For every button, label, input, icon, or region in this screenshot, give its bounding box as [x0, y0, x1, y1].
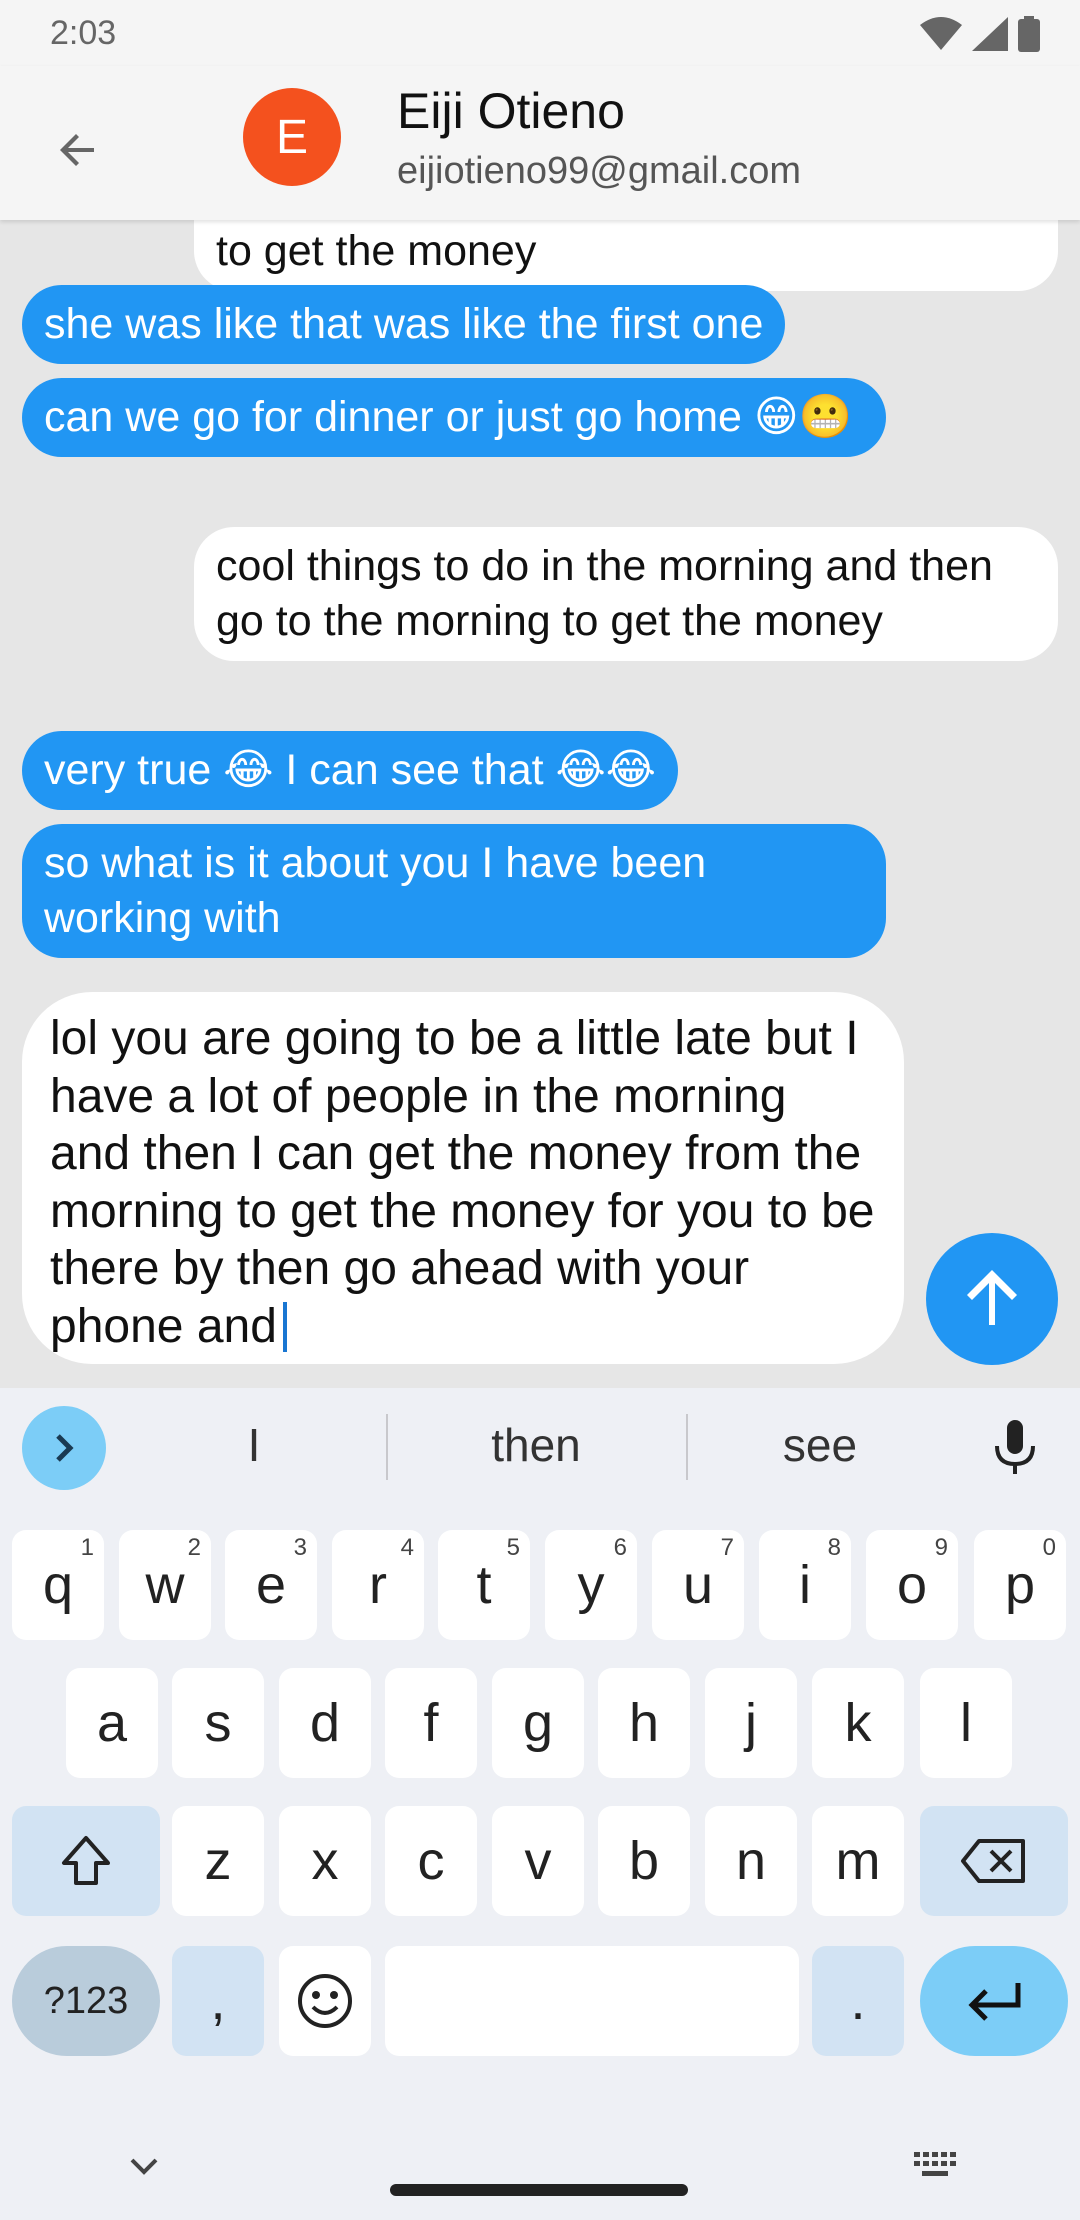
key-l[interactable]: l — [920, 1668, 1012, 1778]
message-input[interactable]: lol you are going to be a little late bu… — [22, 992, 904, 1364]
avatar[interactable]: E — [243, 88, 341, 186]
key-g[interactable]: g — [492, 1668, 584, 1778]
suggestion-1[interactable]: I — [134, 1418, 374, 1472]
key-r[interactable]: r4 — [332, 1530, 424, 1640]
wifi-icon — [920, 17, 962, 50]
enter-key[interactable] — [920, 1946, 1068, 2056]
key-i[interactable]: i8 — [759, 1530, 851, 1640]
message-bubble[interactable]: to get the money — [194, 220, 1058, 291]
keyboard-menu-button[interactable] — [22, 1406, 106, 1490]
voice-input-button[interactable] — [985, 1418, 1045, 1478]
chevron-right-icon — [56, 1434, 74, 1462]
shift-icon — [62, 1836, 110, 1885]
battery-icon — [1018, 16, 1040, 52]
symbols-key[interactable]: ?123 — [12, 1946, 160, 2056]
backspace-key[interactable] — [920, 1806, 1068, 1916]
emoji-icon — [298, 1974, 352, 2028]
send-button[interactable] — [926, 1233, 1058, 1365]
enter-icon — [968, 1983, 1021, 2021]
key-j[interactable]: j — [705, 1668, 797, 1778]
divider — [386, 1414, 388, 1480]
status-icons — [920, 14, 1040, 54]
comma-key[interactable]: , — [172, 1946, 264, 2056]
period-key[interactable]: . — [812, 1946, 904, 2056]
key-d[interactable]: d — [279, 1668, 371, 1778]
suggestion-bar: I then see — [0, 1388, 1080, 1508]
key-s[interactable]: s — [172, 1668, 264, 1778]
hide-keyboard-chevron-icon[interactable] — [124, 2146, 164, 2186]
signal-icon — [972, 17, 1008, 51]
key-f[interactable]: f — [385, 1668, 477, 1778]
suggestion-3[interactable]: see — [700, 1418, 940, 1472]
status-bar: 2:03 — [0, 0, 1080, 66]
suggestion-2[interactable]: then — [416, 1418, 656, 1472]
key-p[interactable]: p0 — [974, 1530, 1066, 1640]
message-bubble[interactable]: can we go for dinner or just go home 😁😬 — [22, 378, 886, 457]
key-e[interactable]: e3 — [225, 1530, 317, 1640]
text-cursor — [282, 1301, 287, 1352]
message-bubble[interactable]: so what is it about you I have been work… — [22, 824, 886, 958]
back-button[interactable] — [38, 110, 118, 190]
key-v[interactable]: v — [492, 1806, 584, 1916]
backspace-icon — [961, 1839, 1025, 1883]
arrow-back-icon — [60, 134, 94, 166]
shift-key[interactable] — [12, 1806, 160, 1916]
key-x[interactable]: x — [279, 1806, 371, 1916]
message-bubble[interactable]: cool things to do in the morning and the… — [194, 527, 1058, 661]
key-z[interactable]: z — [172, 1806, 264, 1916]
status-time: 2:03 — [50, 14, 117, 52]
key-b[interactable]: b — [598, 1806, 690, 1916]
arrow-up-icon — [967, 1270, 1017, 1325]
contact-name: Eiji Otieno — [397, 83, 625, 139]
key-n[interactable]: n — [705, 1806, 797, 1916]
key-k[interactable]: k — [812, 1668, 904, 1778]
key-h[interactable]: h — [598, 1668, 690, 1778]
message-bubble[interactable]: she was like that was like the first one — [22, 285, 786, 364]
key-t[interactable]: t5 — [438, 1530, 530, 1640]
message-input-text: lol you are going to be a little late bu… — [50, 1012, 875, 1353]
divider — [686, 1414, 688, 1480]
key-w[interactable]: w2 — [119, 1530, 211, 1640]
contact-email: eijiotieno99@gmail.com — [397, 150, 801, 192]
space-key[interactable] — [385, 1946, 799, 2056]
key-c[interactable]: c — [385, 1806, 477, 1916]
emoji-key[interactable] — [279, 1946, 371, 2056]
mic-icon — [995, 1420, 1035, 1474]
key-m[interactable]: m — [812, 1806, 904, 1916]
key-o[interactable]: o9 — [866, 1530, 958, 1640]
message-bubble[interactable]: very true 😂 I can see that 😂😂 — [22, 731, 679, 810]
keyboard-switch-icon[interactable] — [910, 2146, 958, 2186]
home-indicator[interactable] — [390, 2184, 688, 2196]
key-a[interactable]: a — [66, 1668, 158, 1778]
conversation-header: E Eiji Otieno eijiotieno99@gmail.com — [0, 66, 1080, 220]
key-u[interactable]: u7 — [652, 1530, 744, 1640]
navigation-bar — [0, 2088, 1080, 2220]
key-q[interactable]: q1 — [12, 1530, 104, 1640]
key-y[interactable]: y6 — [545, 1530, 637, 1640]
